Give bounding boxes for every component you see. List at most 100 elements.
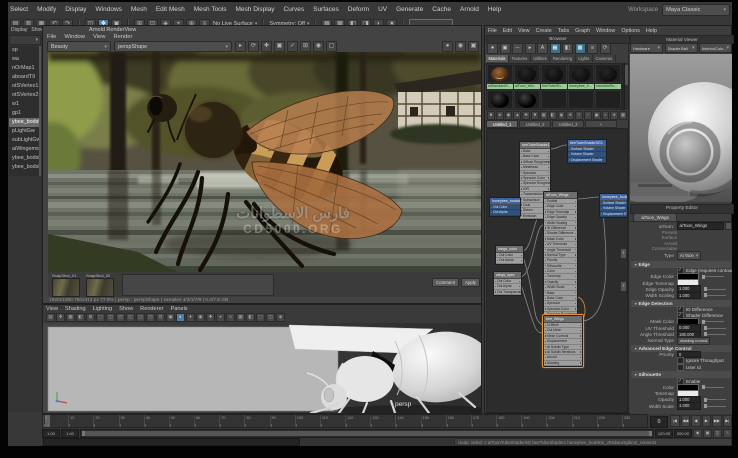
hypershade-menu-item[interactable]: Help bbox=[646, 28, 657, 35]
material-swatch[interactable]: beeTubeSh... bbox=[541, 64, 567, 89]
anim-start-field[interactable]: 1.00 bbox=[61, 429, 79, 438]
anim-end-field[interactable]: 200.00 bbox=[674, 429, 692, 438]
viewport-tool-icon[interactable]: ▢ bbox=[96, 313, 105, 322]
menu-item[interactable]: Arnold bbox=[460, 6, 479, 13]
material-swatch[interactable]: aiToon_Win... bbox=[514, 64, 540, 89]
viewport-tool-icon[interactable]: ▢ bbox=[256, 313, 265, 322]
slider[interactable] bbox=[704, 406, 726, 407]
hypershade-menu-item[interactable]: Create bbox=[536, 28, 552, 35]
slider[interactable] bbox=[704, 295, 726, 296]
viewport-tool-icon[interactable]: ◫ bbox=[266, 313, 275, 322]
viewport-tool-icon[interactable]: ◰ bbox=[116, 313, 125, 322]
viewport-tool-icon[interactable]: ◧ bbox=[246, 313, 255, 322]
menu-item[interactable]: Surfaces bbox=[313, 6, 339, 13]
menu-item[interactable]: UV bbox=[378, 6, 387, 13]
hypershade-menu-item[interactable]: Window bbox=[596, 28, 615, 35]
viewport-tool-icon[interactable]: ◉ bbox=[196, 313, 205, 322]
current-frame-field[interactable]: 0 bbox=[650, 416, 668, 428]
outliner-item[interactable]: subLightGw bbox=[9, 136, 39, 145]
playback-button[interactable]: ▶▶ bbox=[712, 415, 722, 427]
playback-end-field[interactable]: 120.00 bbox=[655, 429, 673, 438]
property-row[interactable]: Width Scaling Width Scaling 1.000 1.000 bbox=[630, 292, 732, 298]
viewport-tool-icon[interactable]: ❖ bbox=[56, 313, 65, 322]
outliner-item[interactable]: w1 bbox=[9, 100, 39, 109]
node-name-field[interactable]: aiToon_Wings bbox=[677, 222, 724, 230]
shader-node[interactable]: honeybee_bodskin_v04 Out ColorOut Alpha bbox=[489, 197, 521, 217]
comment-button[interactable]: Comment bbox=[432, 278, 459, 287]
outliner-item[interactable]: pLightGw bbox=[9, 127, 39, 136]
browser-tool-icon[interactable]: ─ bbox=[512, 43, 523, 54]
apply-button[interactable]: Apply bbox=[461, 278, 480, 287]
renderer-dropdown[interactable]: Hardware ▾ bbox=[630, 43, 663, 53]
renderview-tool-icon[interactable]: ✓ bbox=[287, 41, 298, 52]
workspace-dropdown[interactable]: Maya Classic ▾ bbox=[662, 4, 730, 16]
renderview-tool-icon[interactable]: ⟳ bbox=[248, 41, 259, 52]
graph-tab[interactable]: + bbox=[585, 120, 617, 128]
browser-tool-icon[interactable]: ◧ bbox=[562, 43, 573, 54]
node-attribute-row[interactable]: Shading bbox=[544, 361, 582, 366]
panel-collapse-arrow-icon[interactable]: › bbox=[621, 282, 626, 291]
shader-node[interactable]: honeybee_bodskin_v04SG Surface ShaderVol… bbox=[599, 193, 628, 218]
outliner-item[interactable]: nOrMap1 bbox=[9, 64, 39, 73]
node-attribute-row[interactable]: Out Alpha bbox=[496, 258, 523, 263]
viewport-tool-icon[interactable]: ▦ bbox=[236, 313, 245, 322]
renderview-tool-icon[interactable]: ◉ bbox=[313, 41, 324, 52]
range-slider[interactable] bbox=[80, 429, 654, 438]
material-swatch[interactable]: honeybee_b... bbox=[568, 64, 594, 89]
browser-tab[interactable]: Textures bbox=[509, 55, 531, 62]
outliner-item[interactable]: sp bbox=[9, 46, 39, 55]
viewport-menu-item[interactable]: Panels bbox=[171, 306, 188, 313]
hypershade-menu-item[interactable]: View bbox=[518, 28, 530, 35]
outliner-item[interactable]: aiWingemst bbox=[9, 145, 39, 154]
material-swatch[interactable] bbox=[595, 90, 621, 109]
anim-pref-icon[interactable]: ≡ bbox=[723, 429, 732, 438]
shader-node[interactable]: wings_color Out ColorOut Alpha bbox=[495, 245, 524, 265]
range-handle[interactable] bbox=[82, 431, 652, 436]
viewport-tool-icon[interactable]: ⊡ bbox=[156, 313, 165, 322]
hypershade-menu-item[interactable]: File bbox=[488, 28, 497, 35]
time-slider[interactable]: 0102030405060708090100110120130140150160… bbox=[42, 414, 648, 428]
snapshot-thumbnail[interactable] bbox=[52, 278, 80, 297]
playback-button[interactable]: ◀◀ bbox=[681, 415, 691, 427]
browser-tab[interactable]: Utilities bbox=[531, 55, 551, 62]
snapshot-item[interactable]: SnapShot_02 bbox=[86, 273, 114, 297]
renderview-tool-icon[interactable]: ✚ bbox=[261, 41, 272, 52]
viewport-tool-icon[interactable]: ▦ bbox=[66, 313, 75, 322]
material-swatch[interactable]: standardSu... bbox=[595, 64, 621, 89]
renderview-display-icon[interactable]: ◉ bbox=[455, 41, 466, 52]
outliner-item[interactable]: ybee_bodskin_v0w2 bbox=[9, 154, 39, 163]
panel-collapse-arrow-icon[interactable]: › bbox=[621, 249, 626, 258]
outliner-menu-item[interactable]: Display bbox=[11, 27, 27, 34]
comment-input[interactable] bbox=[122, 274, 274, 296]
shader-node[interactable]: aiToon_Wings EnableEdge ColorEdge Tonema… bbox=[543, 191, 578, 329]
browser-tool-icon[interactable]: ▸ bbox=[525, 43, 536, 54]
viewport-menu-item[interactable]: Show bbox=[119, 306, 133, 313]
value-field[interactable]: 1.000 bbox=[677, 402, 701, 410]
snapshot-thumbnail[interactable] bbox=[86, 278, 114, 297]
playback-button[interactable]: ▶ bbox=[702, 415, 712, 427]
slider[interactable] bbox=[704, 289, 726, 290]
renderview-tool-icon[interactable]: ⊞ bbox=[300, 41, 311, 52]
browser-tab[interactable]: Cameras bbox=[593, 55, 616, 62]
renderview-tool-icon[interactable]: ▸ bbox=[235, 41, 246, 52]
viewport-tool-icon[interactable]: ▤ bbox=[46, 313, 55, 322]
renderview-menu-item[interactable]: View bbox=[93, 34, 105, 41]
outliner-item[interactable]: gp1 bbox=[9, 109, 39, 118]
option-dropdown[interactable]: shading normal bbox=[677, 337, 710, 345]
viewport-tool-icon[interactable]: ✚ bbox=[206, 313, 215, 322]
menu-item[interactable]: Mesh bbox=[131, 6, 147, 13]
shader-node[interactable]: bee_Wings In MeshOut MeshMesh ControlsDi… bbox=[543, 315, 583, 367]
graph-tab[interactable]: Untitled_3 bbox=[552, 120, 584, 128]
menu-item[interactable]: Help bbox=[488, 6, 501, 13]
browser-tool-icon[interactable]: ▦ bbox=[550, 43, 561, 54]
outliner-item[interactable]: ybee_bodskin_v0w3 bbox=[9, 163, 39, 172]
outliner-menu-item[interactable]: Show bbox=[31, 27, 42, 34]
shader-ball-preview[interactable] bbox=[630, 54, 732, 202]
outliner-item[interactable]: aboardT9 bbox=[9, 73, 39, 82]
slider[interactable] bbox=[702, 387, 724, 388]
material-swatch[interactable] bbox=[541, 90, 567, 109]
viewport-tool-icon[interactable]: ◱ bbox=[126, 313, 135, 322]
renderview-display-icon[interactable]: ▣ bbox=[468, 41, 479, 52]
node-attribute-row[interactable]: Displacement Shader bbox=[568, 158, 606, 163]
property-row[interactable]: User Id User Id bbox=[630, 364, 732, 370]
